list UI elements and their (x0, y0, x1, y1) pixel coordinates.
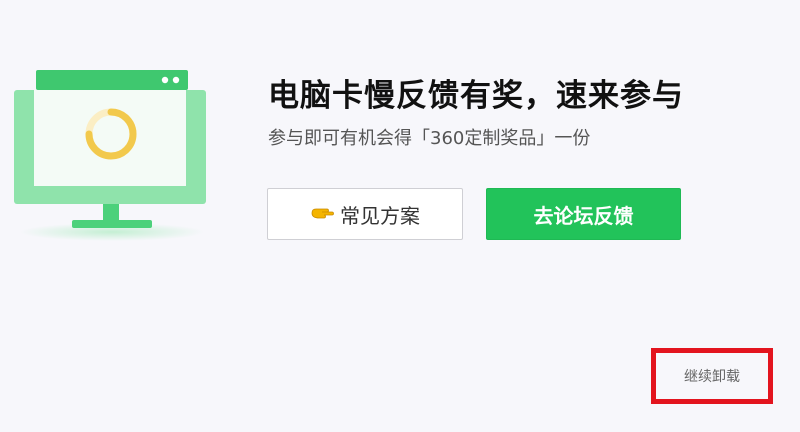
forum-feedback-button[interactable]: 去论坛反馈 (486, 188, 681, 240)
forum-feedback-button-label: 去论坛反馈 (533, 203, 634, 228)
feedback-subline: 参与即可有机会得「360定制奖品」一份 (268, 128, 591, 149)
uninstall-feedback-dialog: 电脑卡慢反馈有奖，速来参与 参与即可有机会得「360定制奖品」一份 常见方案 去… (0, 0, 800, 432)
pointing-hand-icon (310, 204, 338, 224)
continue-uninstall-highlight: 继续卸载 (651, 348, 773, 404)
faq-button-label: 常见方案 (340, 203, 420, 228)
continue-uninstall-link[interactable]: 继续卸载 (684, 366, 740, 386)
faq-button[interactable]: 常见方案 (267, 188, 463, 240)
monitor-loading-icon (0, 60, 220, 250)
feedback-headline: 电脑卡慢反馈有奖，速来参与 (268, 78, 684, 114)
